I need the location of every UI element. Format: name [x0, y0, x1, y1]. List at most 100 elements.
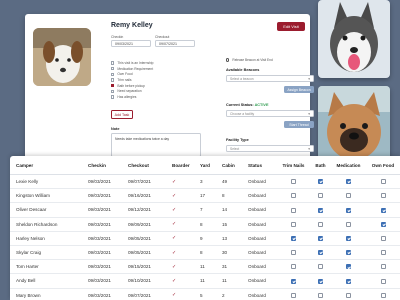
- trim-nails-checkbox[interactable]: [291, 235, 296, 241]
- checkbox[interactable]: [111, 72, 115, 76]
- option-medication[interactable]: Medication Requirement: [111, 66, 154, 72]
- add-task-button[interactable]: Add Task: [111, 110, 133, 119]
- medication-checkbox[interactable]: [346, 207, 351, 213]
- table-row[interactable]: Oliver Descaar 09/03/2021 09/12/2021 ✓ 7 14 On…: [10, 202, 400, 218]
- own-food-checkbox[interactable]: [380, 235, 386, 241]
- own-food-checkbox[interactable]: [380, 292, 386, 298]
- checkin-date: 09/03/2021: [82, 217, 122, 232]
- own-food-checkbox[interactable]: [380, 207, 386, 213]
- cabin-number: 49: [216, 174, 242, 190]
- trim-nails-checkbox[interactable]: [291, 179, 296, 185]
- own-food-checkbox[interactable]: [380, 193, 386, 199]
- bath-checkbox[interactable]: [318, 292, 323, 298]
- own-food-checkbox-cell: [366, 202, 400, 218]
- trim-nails-checkbox[interactable]: [291, 207, 296, 213]
- bath-checkbox[interactable]: [318, 250, 323, 256]
- header-trim-nails[interactable]: Trim Nails: [277, 156, 310, 175]
- medication-checkbox-cell: [331, 288, 366, 300]
- header-status[interactable]: Status: [242, 156, 277, 175]
- pet-name: Remy Kelley: [111, 22, 153, 29]
- table-row[interactable]: Kingston William 09/03/2021 09/16/2021 ✓ 17 8…: [10, 188, 400, 204]
- header-yard[interactable]: Yard: [194, 156, 216, 175]
- visit-options: This visit is an Internship Medication R…: [111, 60, 154, 100]
- facility-select[interactable]: Select ▾: [226, 145, 314, 152]
- table-row[interactable]: Lexie Kelly 09/03/2021 09/07/2021 ✓ 3 49 Onboa…: [10, 174, 400, 190]
- trim-nails-checkbox[interactable]: [291, 250, 296, 256]
- medication-checkbox[interactable]: [346, 278, 351, 284]
- table-header-row: Camper Checkin Checkout Boarder Yard Cab…: [10, 156, 400, 175]
- own-food-checkbox[interactable]: [380, 264, 386, 270]
- table-row[interactable]: Skylar Craig 09/03/2021 09/05/2021 ✓ 8 30 Onbo…: [10, 245, 400, 261]
- trim-nails-checkbox[interactable]: [291, 193, 296, 199]
- header-bath[interactable]: Bath: [310, 156, 331, 175]
- option-internship[interactable]: This visit is an Internship: [111, 60, 154, 66]
- trim-nails-checkbox[interactable]: [291, 264, 296, 270]
- bath-checkbox-cell: [310, 231, 331, 246]
- own-food-checkbox[interactable]: [380, 278, 386, 284]
- medication-checkbox[interactable]: [346, 235, 351, 241]
- check-icon: ✓: [172, 292, 177, 299]
- beacon-select[interactable]: Select a beacon ▾: [226, 75, 314, 82]
- status-select[interactable]: Choose a facility ▾: [226, 110, 314, 117]
- release-beacon-radio[interactable]: Release Beacon at Visit End: [226, 58, 273, 62]
- header-camper[interactable]: Camper: [10, 156, 82, 175]
- table-row[interactable]: Tom Harter 09/03/2021 09/15/2021 ✓ 11 31 Onboa…: [10, 259, 400, 275]
- header-own-food[interactable]: Own Food: [366, 156, 400, 175]
- medication-checkbox[interactable]: [346, 292, 351, 298]
- checkbox[interactable]: [111, 89, 115, 93]
- checkin-date-field[interactable]: 09/03/2021: [111, 40, 151, 47]
- yard-number: 9: [194, 231, 216, 246]
- option-allergies[interactable]: Has allergies: [111, 94, 154, 100]
- own-food-checkbox[interactable]: [380, 250, 386, 256]
- trim-nails-checkbox[interactable]: [291, 278, 296, 284]
- medication-checkbox[interactable]: [346, 193, 351, 199]
- bath-checkbox[interactable]: [318, 278, 323, 284]
- bath-checkbox[interactable]: [318, 179, 323, 185]
- status-text: Onboard: [242, 245, 277, 261]
- header-checkout[interactable]: Checkout: [122, 156, 166, 175]
- bath-checkbox[interactable]: [318, 221, 323, 227]
- table-row[interactable]: Sheldon Richardson 09/03/2021 09/09/2021 ✓ 8…: [10, 217, 400, 232]
- checkbox[interactable]: [111, 61, 115, 65]
- checkbox[interactable]: [111, 66, 115, 71]
- header-boarder[interactable]: Boarder: [166, 156, 194, 175]
- visit-detail-card: Remy Kelley Edit Visit Checkin Checkout …: [25, 14, 314, 172]
- trim-nails-checkbox-cell: [277, 174, 310, 190]
- table-row[interactable]: Andy Bell 09/03/2021 09/10/2021 ✓ 11 11 Onboar…: [10, 273, 400, 289]
- table-row[interactable]: Mary Brown 09/03/2021 09/07/2021 ✓ 5 2 Onboard: [10, 288, 400, 300]
- medication-checkbox[interactable]: [346, 250, 351, 256]
- trim-nails-checkbox[interactable]: [291, 292, 296, 298]
- trim-nails-checkbox-cell: [277, 217, 310, 232]
- boarder-cell: ✓: [166, 273, 194, 289]
- bath-checkbox[interactable]: [318, 235, 323, 241]
- own-food-checkbox-cell: [366, 231, 400, 246]
- yard-number: 8: [194, 245, 216, 261]
- bath-checkbox[interactable]: [318, 193, 323, 199]
- header-medication[interactable]: Medication: [331, 156, 366, 175]
- medication-checkbox[interactable]: [346, 179, 351, 185]
- bath-checkbox[interactable]: [318, 207, 323, 213]
- table-row[interactable]: Harley Nelson 09/03/2021 09/05/2021 ✓ 9 13 Onb…: [10, 231, 400, 246]
- trim-nails-checkbox[interactable]: [291, 221, 296, 227]
- own-food-checkbox[interactable]: [380, 221, 386, 227]
- own-food-checkbox[interactable]: [380, 179, 386, 185]
- checkbox[interactable]: [111, 95, 115, 99]
- header-cabin[interactable]: Cabin: [216, 156, 242, 175]
- chevron-down-icon: ▾: [308, 111, 310, 116]
- checkbox[interactable]: [111, 78, 115, 82]
- trim-nails-checkbox-cell: [277, 259, 310, 275]
- checkout-date-field[interactable]: 09/07/2021: [155, 40, 195, 47]
- start-thread-button[interactable]: Start Thread: [284, 121, 314, 128]
- edit-visit-button[interactable]: Edit Visit: [277, 22, 305, 31]
- bath-checkbox-cell: [310, 188, 331, 204]
- camper-name: Lexie Kelly: [10, 174, 82, 190]
- medication-checkbox[interactable]: [346, 221, 351, 227]
- radio-button[interactable]: [226, 58, 230, 62]
- checkbox-checked[interactable]: [111, 83, 115, 88]
- trim-nails-checkbox-cell: [277, 202, 310, 218]
- header-checkin[interactable]: Checkin: [82, 156, 122, 175]
- medication-checkbox[interactable]: [346, 264, 351, 270]
- assign-beacon-button[interactable]: Assign Beacon: [284, 86, 314, 93]
- notes-textarea[interactable]: Needs take medications twice a day: [111, 133, 201, 157]
- bath-checkbox[interactable]: [318, 264, 323, 270]
